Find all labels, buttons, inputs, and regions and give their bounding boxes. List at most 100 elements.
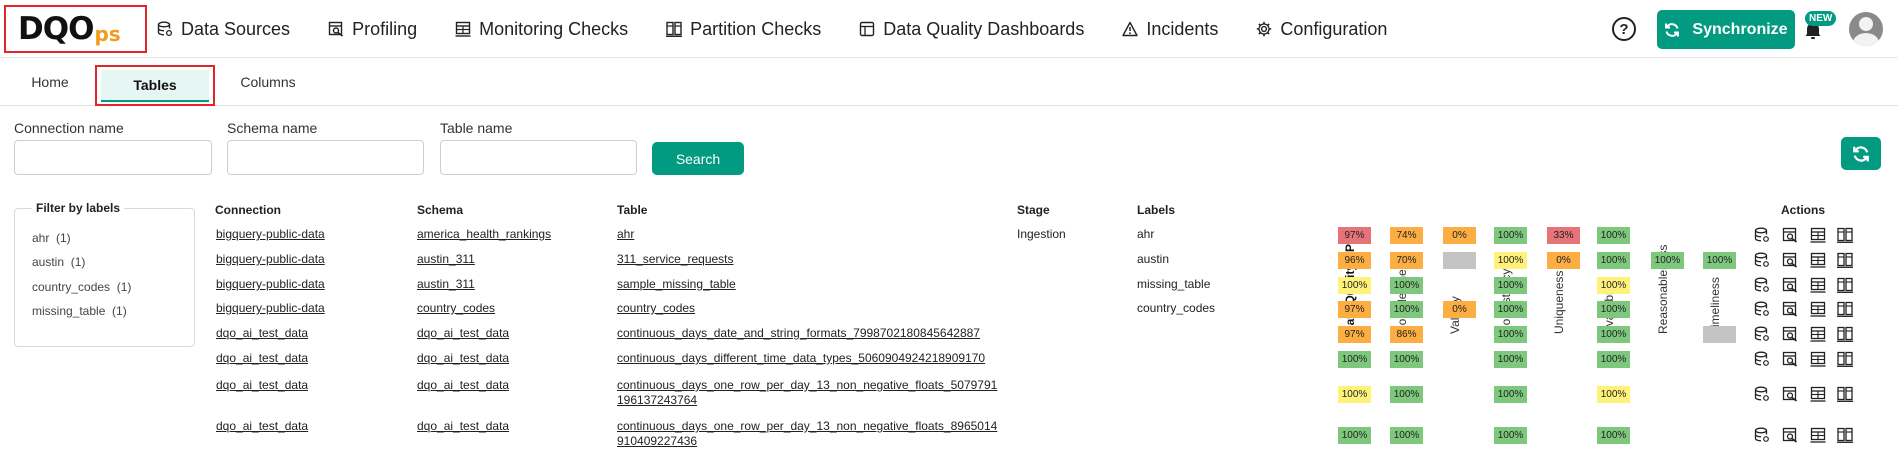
partition-icon[interactable] bbox=[1837, 386, 1853, 407]
table-name-line[interactable]: continuous_days_different_time_data_type… bbox=[617, 351, 985, 366]
tab-home[interactable]: Home bbox=[0, 59, 100, 105]
database-icon[interactable] bbox=[1754, 277, 1770, 298]
refresh-button[interactable] bbox=[1841, 137, 1881, 170]
dimension-score-badge[interactable]: 97% bbox=[1338, 227, 1371, 244]
monitoring-icon[interactable] bbox=[1810, 277, 1826, 298]
dimension-score-badge[interactable]: 97% bbox=[1338, 326, 1371, 343]
nav-data-quality-dashboards[interactable]: Data Quality Dashboards bbox=[859, 19, 1084, 40]
connection-link[interactable]: bigquery-public-data bbox=[216, 252, 325, 267]
connection-link[interactable]: dqo_ai_test_data bbox=[216, 419, 308, 434]
dimension-score-badge[interactable]: 100% bbox=[1390, 301, 1423, 318]
partition-icon[interactable] bbox=[1837, 277, 1853, 298]
dimension-score-badge[interactable]: 100% bbox=[1597, 386, 1630, 403]
table-name-line[interactable]: ahr bbox=[617, 227, 634, 242]
dimension-score-badge[interactable]: 100% bbox=[1494, 386, 1527, 403]
monitoring-icon[interactable] bbox=[1810, 386, 1826, 407]
profiling-icon[interactable] bbox=[1782, 427, 1798, 448]
database-icon[interactable] bbox=[1754, 386, 1770, 407]
dimension-score-badge[interactable]: 100% bbox=[1390, 277, 1423, 294]
profiling-icon[interactable] bbox=[1782, 386, 1798, 407]
profiling-icon[interactable] bbox=[1782, 351, 1798, 372]
label-filter-item[interactable]: ahr (1) bbox=[32, 231, 71, 245]
search-button[interactable]: Search bbox=[652, 142, 744, 175]
dimension-score-badge[interactable]: 100% bbox=[1390, 351, 1423, 368]
table-link[interactable]: country_codes bbox=[617, 301, 695, 316]
table-link[interactable]: continuous_days_one_row_per_day_13_non_n… bbox=[617, 378, 997, 408]
table-name-input[interactable] bbox=[440, 140, 637, 175]
dimension-score-badge[interactable]: 74% bbox=[1390, 227, 1423, 244]
profiling-icon[interactable] bbox=[1782, 277, 1798, 298]
nav-monitoring-checks[interactable]: Monitoring Checks bbox=[455, 19, 628, 40]
dimension-score-badge[interactable]: 100% bbox=[1597, 277, 1630, 294]
dimension-score-badge[interactable]: 100% bbox=[1494, 301, 1527, 318]
dimension-score-badge[interactable]: 86% bbox=[1390, 326, 1423, 343]
table-link[interactable]: continuous_days_different_time_data_type… bbox=[617, 351, 985, 366]
table-name-line[interactable]: sample_missing_table bbox=[617, 277, 736, 292]
table-name-line[interactable]: 910409227436 bbox=[617, 434, 997, 449]
dimension-score-badge[interactable]: 100% bbox=[1390, 427, 1423, 444]
dimension-score-badge[interactable]: 100% bbox=[1494, 227, 1527, 244]
table-name-line[interactable]: continuous_days_one_row_per_day_13_non_n… bbox=[617, 378, 997, 393]
dimension-score-badge[interactable] bbox=[1443, 252, 1476, 269]
dimension-score-badge[interactable]: 70% bbox=[1390, 252, 1423, 269]
label-filter-item[interactable]: missing_table (1) bbox=[32, 304, 127, 318]
dimension-score-badge[interactable]: 100% bbox=[1338, 386, 1371, 403]
schema-name-input[interactable] bbox=[227, 140, 424, 175]
label-filter-item[interactable]: austin (1) bbox=[32, 255, 85, 269]
monitoring-icon[interactable] bbox=[1810, 301, 1826, 322]
connection-name-input[interactable] bbox=[14, 140, 212, 175]
table-link[interactable]: sample_missing_table bbox=[617, 277, 736, 292]
partition-icon[interactable] bbox=[1837, 351, 1853, 372]
connection-link[interactable]: dqo_ai_test_data bbox=[216, 326, 308, 341]
connection-link[interactable]: bigquery-public-data bbox=[216, 301, 325, 316]
monitoring-icon[interactable] bbox=[1810, 326, 1826, 347]
table-name-line[interactable]: 311_service_requests bbox=[617, 252, 734, 267]
table-name-line[interactable]: country_codes bbox=[617, 301, 695, 316]
dimension-score-badge[interactable]: 100% bbox=[1597, 227, 1630, 244]
label-filter-item[interactable]: country_codes (1) bbox=[32, 280, 131, 294]
table-link[interactable]: continuous_days_one_row_per_day_13_non_n… bbox=[617, 419, 997, 449]
partition-icon[interactable] bbox=[1837, 227, 1853, 248]
schema-link[interactable]: dqo_ai_test_data bbox=[417, 351, 509, 366]
avatar[interactable] bbox=[1849, 12, 1883, 46]
database-icon[interactable] bbox=[1754, 227, 1770, 248]
dimension-score-badge[interactable]: 100% bbox=[1597, 326, 1630, 343]
dqops-logo[interactable]: DQO ps bbox=[4, 5, 147, 53]
dimension-score-badge[interactable]: 100% bbox=[1494, 351, 1527, 368]
table-name-line[interactable]: 196137243764 bbox=[617, 393, 997, 408]
dimension-score-badge[interactable]: 100% bbox=[1597, 351, 1630, 368]
nav-data-sources[interactable]: Data Sources bbox=[157, 19, 290, 40]
dimension-score-badge[interactable]: 100% bbox=[1703, 252, 1736, 269]
dimension-score-badge[interactable]: 100% bbox=[1338, 351, 1371, 368]
dimension-score-badge[interactable]: 100% bbox=[1597, 301, 1630, 318]
nav-incidents[interactable]: Incidents bbox=[1122, 19, 1218, 40]
schema-link[interactable]: dqo_ai_test_data bbox=[417, 419, 509, 434]
dimension-score-badge[interactable]: 100% bbox=[1338, 277, 1371, 294]
schema-link[interactable]: country_codes bbox=[417, 301, 495, 316]
synchronize-button[interactable]: Synchronize bbox=[1657, 10, 1795, 49]
monitoring-icon[interactable] bbox=[1810, 227, 1826, 248]
nav-profiling[interactable]: Profiling bbox=[328, 19, 417, 40]
schema-link[interactable]: dqo_ai_test_data bbox=[417, 326, 509, 341]
table-link[interactable]: 311_service_requests bbox=[617, 252, 734, 267]
schema-link[interactable]: austin_311 bbox=[417, 252, 475, 267]
dimension-score-badge[interactable]: 100% bbox=[1338, 427, 1371, 444]
database-icon[interactable] bbox=[1754, 301, 1770, 322]
partition-icon[interactable] bbox=[1837, 301, 1853, 322]
dimension-score-badge[interactable]: 96% bbox=[1338, 252, 1371, 269]
dimension-score-badge[interactable]: 100% bbox=[1597, 427, 1630, 444]
dimension-score-badge[interactable]: 100% bbox=[1494, 252, 1527, 269]
profiling-icon[interactable] bbox=[1782, 326, 1798, 347]
monitoring-icon[interactable] bbox=[1810, 351, 1826, 372]
database-icon[interactable] bbox=[1754, 326, 1770, 347]
tab-tables[interactable]: Tables bbox=[95, 65, 215, 106]
table-link[interactable]: ahr bbox=[617, 227, 634, 242]
profiling-icon[interactable] bbox=[1782, 301, 1798, 322]
connection-link[interactable]: bigquery-public-data bbox=[216, 277, 325, 292]
schema-link[interactable]: austin_311 bbox=[417, 277, 475, 292]
profiling-icon[interactable] bbox=[1782, 252, 1798, 273]
connection-link[interactable]: dqo_ai_test_data bbox=[216, 351, 308, 366]
dimension-score-badge[interactable]: 0% bbox=[1547, 252, 1580, 269]
monitoring-icon[interactable] bbox=[1810, 252, 1826, 273]
connection-link[interactable]: bigquery-public-data bbox=[216, 227, 325, 242]
